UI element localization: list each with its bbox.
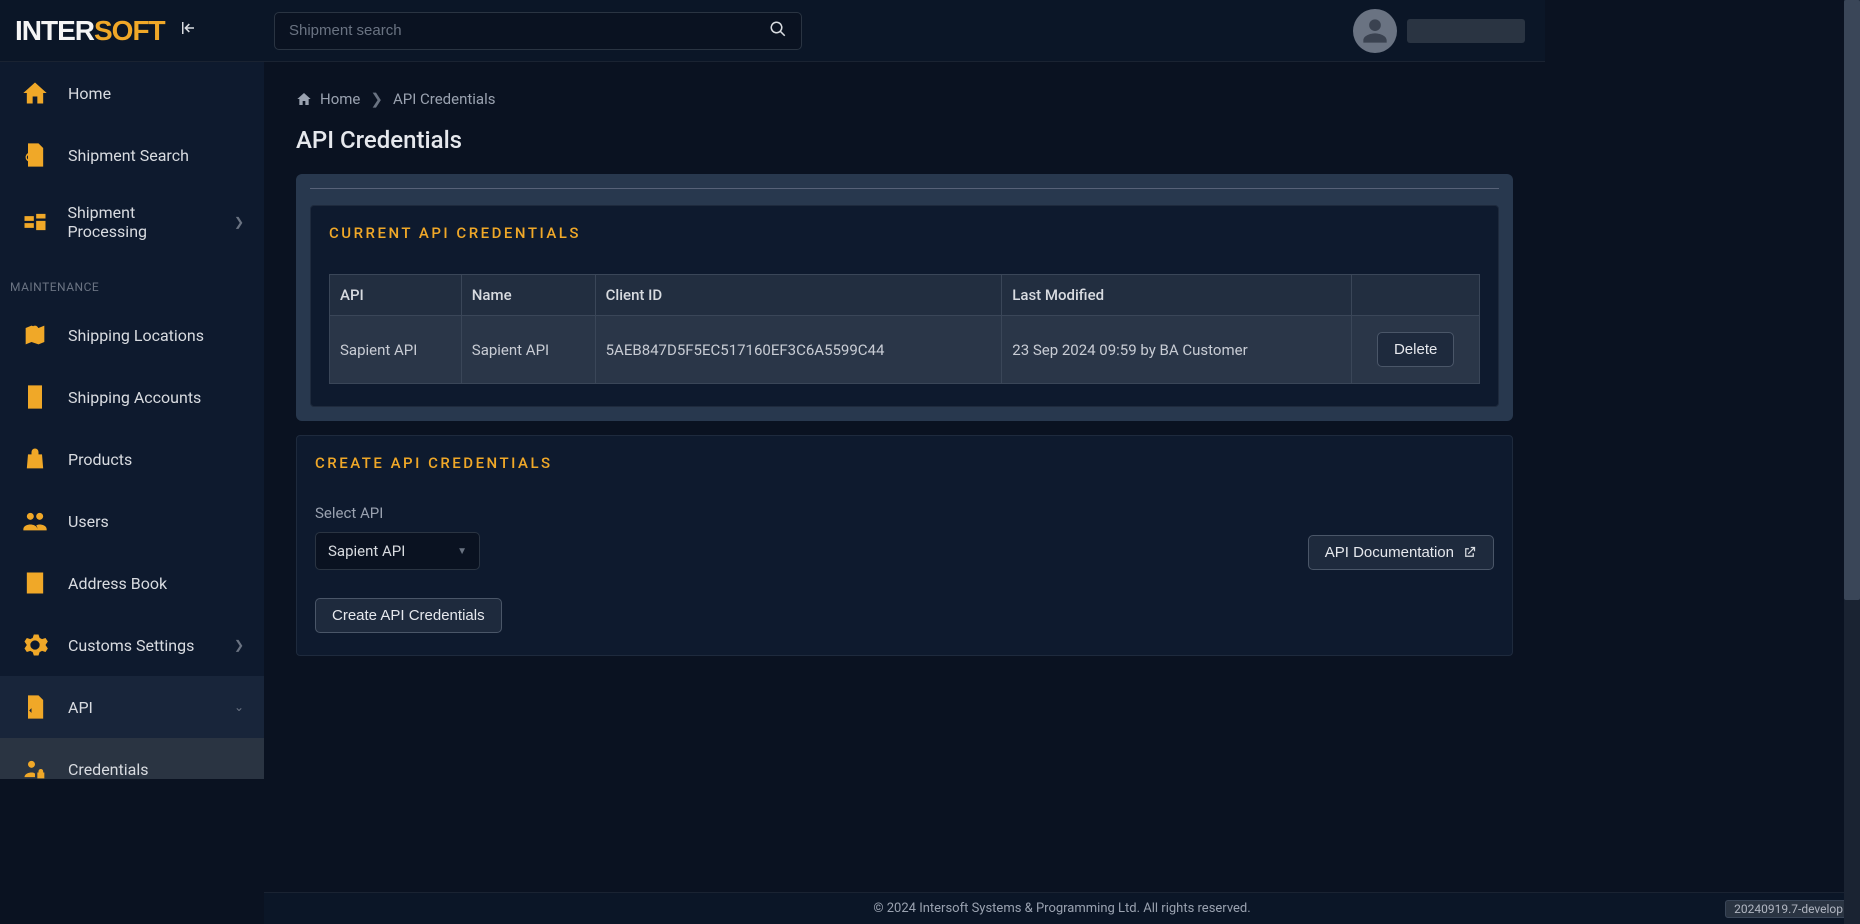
code-doc-icon — [20, 693, 50, 721]
chevron-down-icon: ⌄ — [234, 700, 244, 714]
page-title: API Credentials — [296, 126, 1513, 154]
sidebar-item-label: Shipping Accounts — [68, 388, 201, 407]
col-api: API — [330, 275, 462, 316]
cell-actions: Delete — [1352, 316, 1480, 384]
table-header-row: API Name Client ID Last Modified — [330, 275, 1480, 316]
sidebar-item-label: Home — [68, 84, 111, 103]
select-api-label: Select API — [315, 504, 480, 522]
home-icon — [20, 79, 50, 107]
scrollbar-thumb[interactable] — [1844, 0, 1860, 600]
sidebar-item-shipment-processing[interactable]: Shipment Processing ❯ — [0, 186, 264, 258]
footer: © 2024 Intersoft Systems & Programming L… — [264, 892, 1860, 924]
external-link-icon — [1462, 545, 1477, 560]
col-client-id: Client ID — [595, 275, 1002, 316]
logo-zone: INTERSOFT — [10, 15, 264, 47]
table-row: Sapient API Sapient API 5AEB847D5F5EC517… — [330, 316, 1480, 384]
col-last-modified: Last Modified — [1002, 275, 1352, 316]
sidebar-item-label: API — [68, 698, 93, 717]
cell-api: Sapient API — [330, 316, 462, 384]
version-badge: 20240919.7-develop — [1725, 900, 1852, 918]
credentials-table: API Name Client ID Last Modified Sapient… — [329, 274, 1480, 384]
sidebar-item-shipment-search[interactable]: Shipment Search — [0, 124, 264, 186]
chevron-right-icon: ❯ — [234, 638, 244, 652]
map-pin-icon — [20, 321, 50, 349]
clipboard-icon — [20, 383, 50, 411]
sidebar-item-label: Users — [68, 512, 109, 531]
select-api-value: Sapient API — [328, 542, 405, 560]
sidebar-section-maintenance: MAINTENANCE — [0, 258, 264, 304]
sidebar-item-users[interactable]: Users — [0, 490, 264, 552]
sidebar-item-label: Shipment Search — [68, 146, 189, 165]
create-credentials-title: CREATE API CREDENTIALS — [297, 436, 1512, 490]
sidebar-item-label: Products — [68, 450, 132, 469]
sidebar-item-address-book[interactable]: Address Book — [0, 552, 264, 614]
create-credentials-panel: CREATE API CREDENTIALS Select API Sapien… — [296, 435, 1513, 656]
bag-icon — [20, 445, 50, 473]
logo-soft: SOFT — [94, 15, 165, 47]
breadcrumb-current: API Credentials — [393, 90, 496, 108]
sidebar-item-shipping-locations[interactable]: Shipping Locations — [0, 304, 264, 366]
users-icon — [20, 507, 50, 535]
breadcrumb-home-label: Home — [320, 90, 360, 108]
sidebar: Home Shipment Search Shipment Processing… — [0, 62, 264, 779]
header-right — [1353, 9, 1535, 53]
delete-button[interactable]: Delete — [1377, 332, 1454, 367]
shipment-search-input[interactable] — [289, 22, 769, 39]
breadcrumb-home[interactable]: Home — [296, 90, 360, 108]
brand-logo[interactable]: INTERSOFT — [15, 15, 165, 47]
search-doc-icon — [20, 141, 50, 169]
col-actions — [1352, 275, 1480, 316]
search-icon[interactable] — [769, 20, 787, 42]
api-documentation-button[interactable]: API Documentation — [1308, 535, 1494, 570]
cell-last-modified: 23 Sep 2024 09:59 by BA Customer — [1002, 316, 1352, 384]
sidebar-item-label: Credentials — [68, 760, 149, 779]
sidebar-item-api[interactable]: API ⌄ — [0, 676, 264, 738]
scrollbar[interactable] — [1844, 0, 1860, 924]
avatar[interactable] — [1353, 9, 1397, 53]
select-api-dropdown[interactable]: Sapient API ▼ — [315, 532, 480, 570]
sidebar-item-label: Address Book — [68, 574, 167, 593]
user-name-chip[interactable] — [1407, 19, 1525, 43]
user-icon — [1361, 17, 1389, 45]
breadcrumb: Home ❯ API Credentials — [296, 90, 1513, 108]
sidebar-item-products[interactable]: Products — [0, 428, 264, 490]
home-icon — [296, 91, 312, 107]
divider — [310, 188, 1499, 189]
shipment-search-box[interactable] — [274, 12, 802, 50]
sidebar-item-label: Shipment Processing — [67, 203, 216, 241]
caret-down-icon: ▼ — [457, 546, 467, 557]
top-header: INTERSOFT — [0, 0, 1545, 62]
current-credentials-outer: CURRENT API CREDENTIALS API Name Client … — [296, 174, 1513, 421]
main-content: Home ❯ API Credentials API Credentials C… — [264, 62, 1545, 779]
search-wrap — [274, 12, 802, 50]
chevron-right-icon: ❯ — [370, 90, 383, 108]
col-name: Name — [461, 275, 595, 316]
logo-inter: INTER — [15, 15, 94, 47]
sidebar-collapse-button[interactable] — [175, 15, 201, 46]
cell-client-id: 5AEB847D5F5EC517160EF3C6A5599C44 — [595, 316, 1002, 384]
processing-icon — [20, 208, 49, 236]
collapse-icon — [179, 19, 197, 37]
sidebar-item-home[interactable]: Home — [0, 62, 264, 124]
sidebar-item-label: Customs Settings — [68, 636, 194, 655]
chevron-right-icon: ❯ — [234, 215, 244, 229]
sidebar-item-customs-settings[interactable]: Customs Settings ❯ — [0, 614, 264, 676]
current-credentials-title: CURRENT API CREDENTIALS — [311, 206, 1498, 260]
sidebar-item-credentials[interactable]: Credentials — [0, 738, 264, 779]
sidebar-item-label: Shipping Locations — [68, 326, 204, 345]
sidebar-item-shipping-accounts[interactable]: Shipping Accounts — [0, 366, 264, 428]
current-credentials-panel: CURRENT API CREDENTIALS API Name Client … — [310, 205, 1499, 407]
api-documentation-label: API Documentation — [1325, 544, 1454, 561]
create-api-credentials-button[interactable]: Create API Credentials — [315, 598, 502, 633]
gear-icon — [20, 631, 50, 659]
lock-user-icon — [20, 755, 50, 779]
cell-name: Sapient API — [461, 316, 595, 384]
address-book-icon — [20, 569, 50, 597]
copyright-text: © 2024 Intersoft Systems & Programming L… — [873, 901, 1250, 916]
